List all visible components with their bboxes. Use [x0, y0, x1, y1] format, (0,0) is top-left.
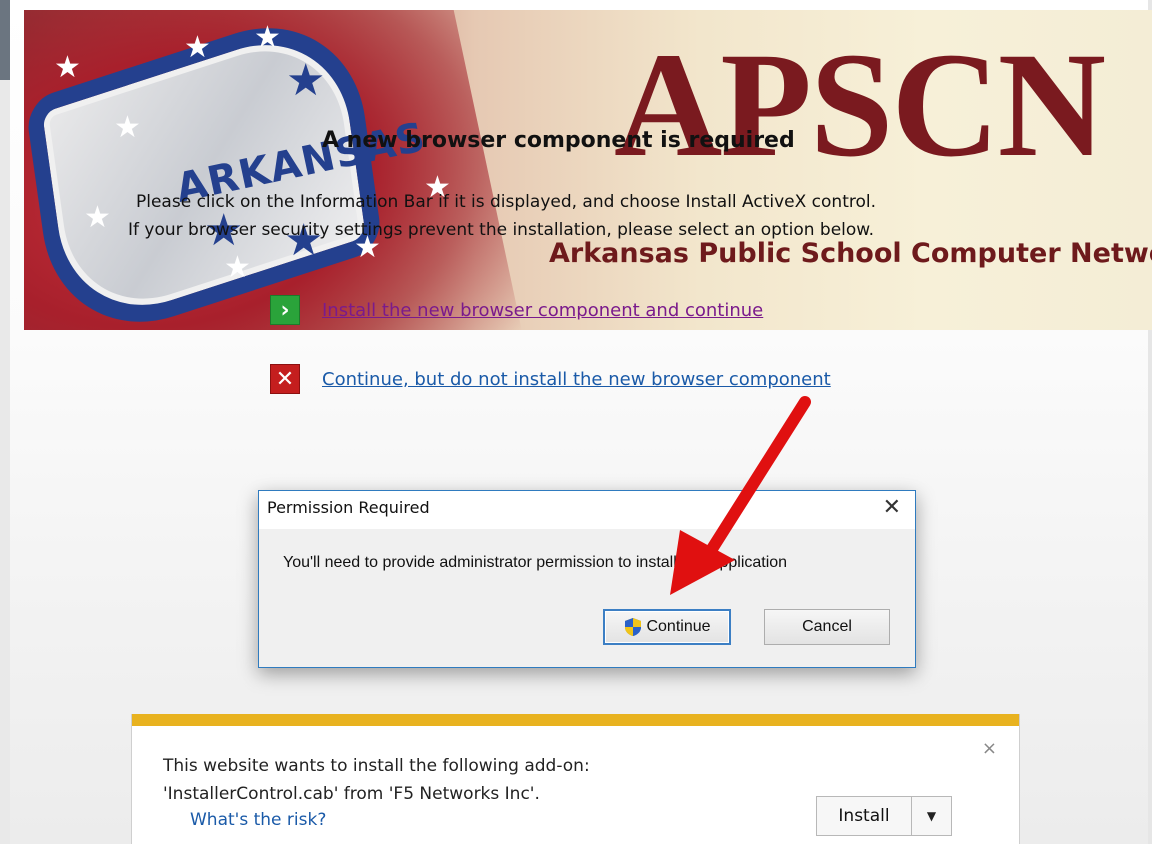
star-icon: ★	[286, 55, 326, 106]
logo-subtitle: Arkansas Public School Computer Network	[549, 238, 1152, 269]
install-button[interactable]: Install	[816, 796, 912, 836]
install-component-option[interactable]: › Install the new browser component and …	[270, 295, 763, 325]
instruction-line-2: If your browser security settings preven…	[128, 220, 875, 240]
star-icon: ★	[254, 20, 281, 55]
continue-label[interactable]: Continue	[646, 618, 710, 636]
browser-chrome-left-lower	[0, 80, 10, 844]
notification-message: This website wants to install the follow…	[163, 752, 590, 808]
red-arrow-annotation	[670, 396, 811, 595]
star-icon: ★	[84, 200, 111, 235]
uac-shield-icon	[625, 618, 642, 636]
install-split-button[interactable]: Install ▼	[816, 796, 952, 836]
skip-install-link[interactable]: Continue, but do not install the new bro…	[322, 369, 831, 390]
star-icon: ★	[184, 30, 211, 65]
close-icon[interactable]: ×	[982, 738, 997, 759]
chevron-down-icon[interactable]: ▼	[912, 796, 952, 836]
apscn-logo: APSCN	[614, 22, 1106, 188]
whats-the-risk-link[interactable]: What's the risk?	[190, 810, 326, 830]
browser-chrome-left	[0, 0, 10, 80]
star-icon: ★	[114, 110, 141, 145]
notification-accent-bar	[132, 714, 1019, 726]
cancel-button[interactable]: Cancel	[764, 609, 890, 645]
addon-notification-bar: This website wants to install the follow…	[131, 714, 1020, 844]
instruction-line-1: Please click on the Information Bar if i…	[136, 192, 877, 212]
dialog-title: Permission Required	[267, 498, 430, 517]
install-component-link[interactable]: Install the new browser component and co…	[322, 300, 763, 321]
continue-button[interactable]: Continue	[603, 609, 731, 645]
notification-line-1: This website wants to install the follow…	[163, 756, 590, 776]
header-banner: ★ ★ ★ ★ ★ ★ ★ ★ ★ ★ ★ ARKANSAS APSCN Ark…	[24, 10, 1152, 330]
star-icon: ★	[54, 50, 81, 85]
x-icon[interactable]: ✕	[270, 364, 300, 394]
chevron-right-icon[interactable]: ›	[270, 295, 300, 325]
component-required-heading: A new browser component is required	[322, 128, 795, 153]
notification-line-2: 'InstallerControl.cab' from 'F5 Networks…	[163, 784, 540, 804]
close-icon[interactable]: ✕	[883, 495, 901, 520]
